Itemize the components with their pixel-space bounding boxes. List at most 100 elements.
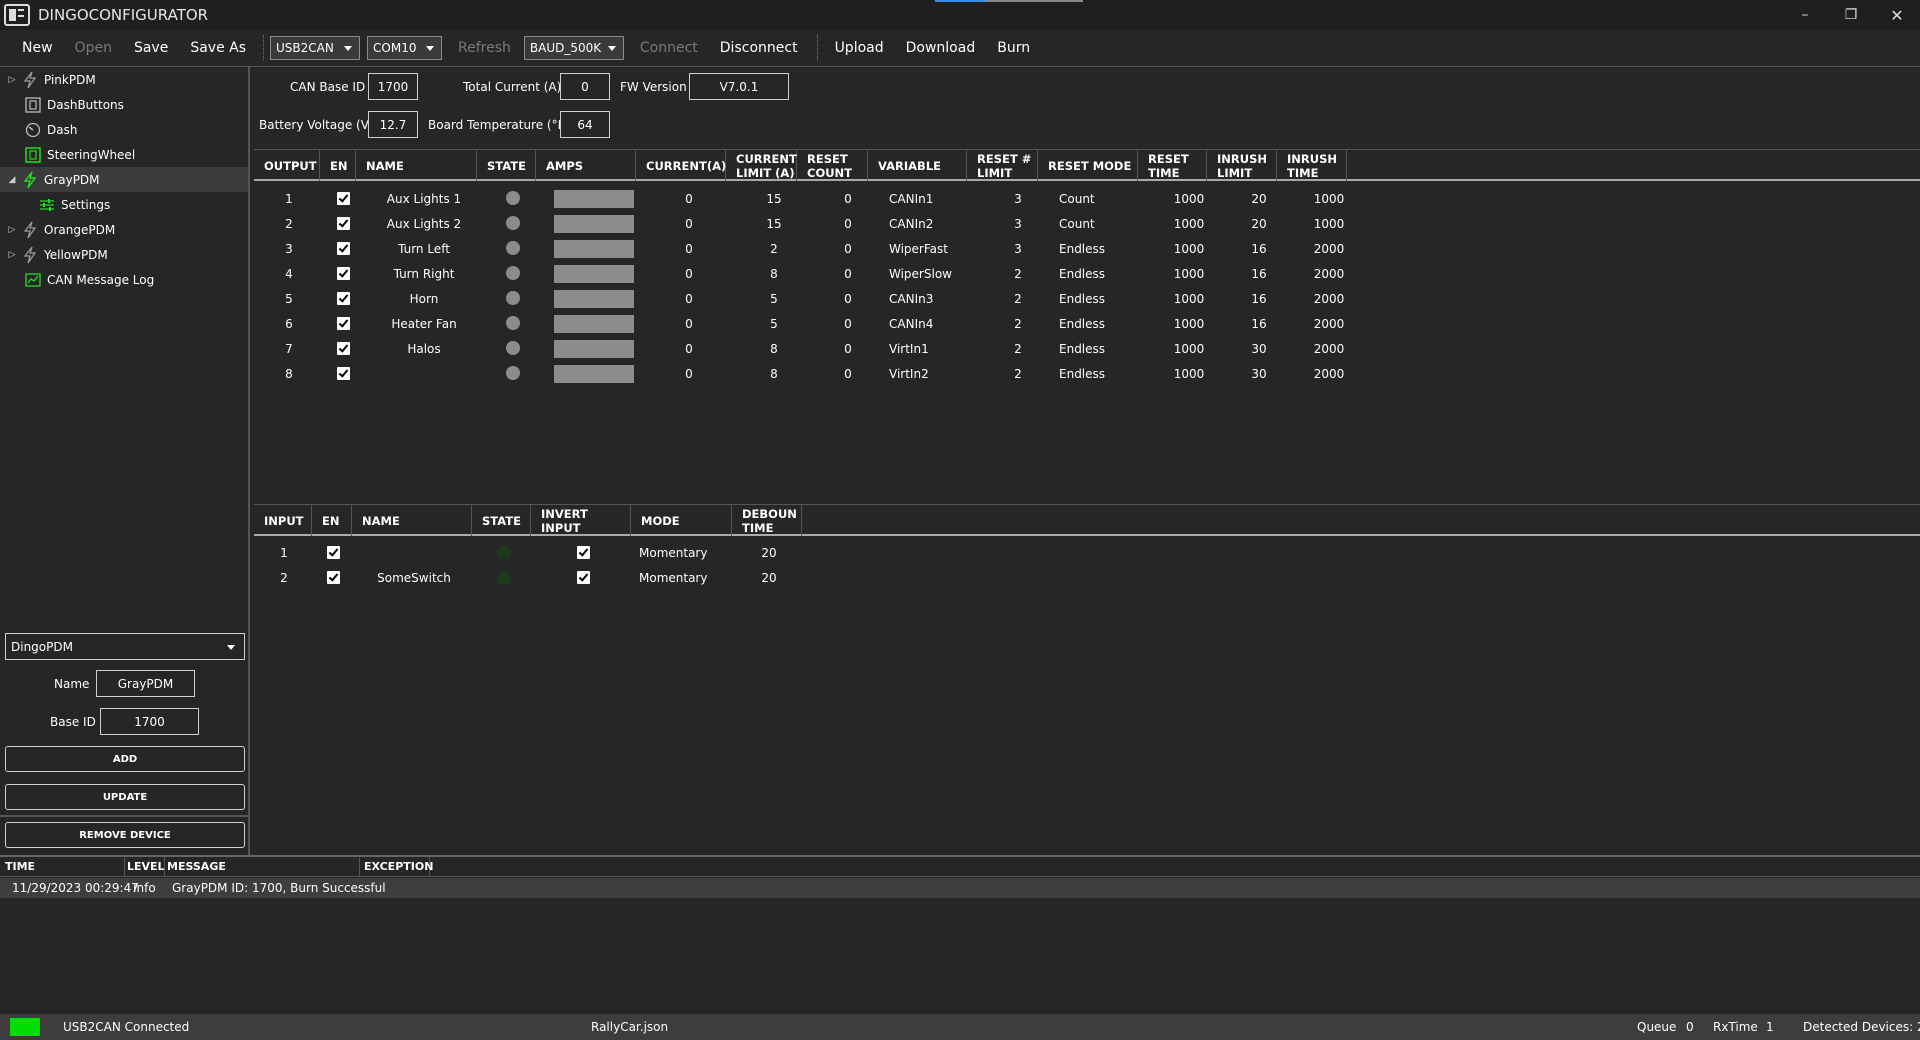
inrush-time[interactable]: 1000 [1314, 192, 1345, 206]
table-row[interactable]: 1 Momentary 20 [252, 541, 1920, 566]
reset-time[interactable]: 1000 [1174, 242, 1205, 256]
remove-device-button[interactable]: REMOVE DEVICE [5, 822, 245, 848]
reset-limit[interactable]: 3 [1014, 242, 1022, 256]
mode[interactable]: Momentary [639, 571, 707, 585]
reset-mode[interactable]: Endless [1059, 292, 1105, 306]
inrush-limit[interactable]: 16 [1251, 267, 1266, 281]
inrush-time[interactable]: 1000 [1314, 217, 1345, 231]
output-number[interactable]: 1 [285, 192, 293, 206]
current-limit[interactable]: 5 [770, 292, 778, 306]
reset-count[interactable]: 0 [844, 317, 852, 331]
collapse-icon[interactable]: ◢ [7, 175, 17, 185]
reset-limit[interactable]: 2 [1014, 367, 1022, 381]
variable[interactable]: VirtIn1 [889, 342, 929, 356]
reset-count[interactable]: 0 [844, 367, 852, 381]
col-current-limit[interactable]: CURRENT LIMIT (A) [726, 150, 797, 181]
current-value[interactable]: 0 [685, 342, 693, 356]
port-select[interactable]: COM10 [367, 36, 443, 60]
invert-input-checkbox[interactable] [577, 571, 590, 584]
table-row[interactable]: 1 Aux Lights 1 0 15 0 CANIn1 3 Count 1000 20 1000 [252, 187, 1920, 212]
reset-time[interactable]: 1000 [1174, 292, 1205, 306]
enable-checkbox[interactable] [337, 267, 350, 280]
variable[interactable]: WiperSlow [889, 267, 952, 281]
table-row[interactable]: 8 0 8 0 VirtIn2 2 Endless 1000 30 2000 [252, 362, 1920, 387]
enable-checkbox[interactable] [327, 571, 340, 584]
reset-limit[interactable]: 2 [1014, 317, 1022, 331]
col-input[interactable]: INPUT [254, 505, 312, 536]
col-en[interactable]: EN [312, 505, 352, 536]
tree-item-steeringwheel[interactable]: SteeringWheel [0, 142, 248, 167]
current-value[interactable]: 0 [685, 317, 693, 331]
col-inrush-limit[interactable]: INRUSH LIMIT [1207, 150, 1277, 181]
minimize-icon[interactable]: – [1782, 0, 1828, 30]
input-name[interactable]: SomeSwitch [377, 571, 451, 585]
output-name[interactable]: Horn [410, 292, 439, 306]
reset-time[interactable]: 1000 [1174, 317, 1205, 331]
inrush-time[interactable]: 2000 [1314, 342, 1345, 356]
device-type-select[interactable]: DingoPDM [5, 633, 245, 660]
inrush-limit[interactable]: 20 [1251, 217, 1266, 231]
col-reset-limit[interactable]: RESET # LIMIT [967, 150, 1038, 181]
current-value[interactable]: 0 [685, 192, 693, 206]
output-number[interactable]: 7 [285, 342, 293, 356]
device-name-field[interactable]: GrayPDM [96, 670, 195, 697]
col-reset-count[interactable]: RESET COUNT [797, 150, 868, 181]
variable[interactable]: CANIn2 [889, 217, 933, 231]
enable-checkbox[interactable] [337, 242, 350, 255]
current-value[interactable]: 0 [685, 217, 693, 231]
output-name[interactable]: Turn Left [398, 242, 450, 256]
save-as-button[interactable]: Save As [179, 40, 257, 56]
reset-count[interactable]: 0 [844, 192, 852, 206]
open-button[interactable]: Open [64, 40, 123, 56]
current-value[interactable]: 0 [685, 367, 693, 381]
download-button[interactable]: Download [895, 40, 987, 56]
col-inrush-time[interactable]: INRUSH TIME [1277, 150, 1347, 181]
table-row[interactable]: 5 Horn 0 5 0 CANIn3 2 Endless 1000 16 2000 [252, 287, 1920, 312]
expand-icon[interactable]: ▷ [7, 225, 17, 235]
reset-count[interactable]: 0 [844, 342, 852, 356]
reset-count[interactable]: 0 [844, 217, 852, 231]
tree-item-settings[interactable]: Settings [0, 192, 248, 217]
reset-time[interactable]: 1000 [1174, 367, 1205, 381]
reset-mode[interactable]: Count [1059, 217, 1095, 231]
log-row[interactable]: 11/29/2023 00:29:47 Info GrayPDM ID: 170… [0, 878, 1920, 898]
debounce-time[interactable]: 20 [761, 546, 776, 560]
reset-time[interactable]: 1000 [1174, 267, 1205, 281]
table-row[interactable]: 2 SomeSwitch Momentary 20 [252, 566, 1920, 591]
output-number[interactable]: 5 [285, 292, 293, 306]
refresh-button[interactable]: Refresh [447, 40, 522, 56]
reset-limit[interactable]: 2 [1014, 267, 1022, 281]
enable-checkbox[interactable] [327, 546, 340, 559]
reset-limit[interactable]: 2 [1014, 342, 1022, 356]
inrush-limit[interactable]: 16 [1251, 292, 1266, 306]
reset-count[interactable]: 0 [844, 242, 852, 256]
col-amps[interactable]: AMPS [536, 150, 636, 181]
update-button[interactable]: UPDATE [5, 784, 245, 810]
baud-select[interactable]: BAUD_500K [523, 36, 624, 60]
current-limit[interactable]: 5 [770, 317, 778, 331]
enable-checkbox[interactable] [337, 317, 350, 330]
reset-time[interactable]: 1000 [1174, 342, 1205, 356]
reset-count[interactable]: 0 [844, 267, 852, 281]
current-value[interactable]: 0 [685, 242, 693, 256]
reset-mode[interactable]: Endless [1059, 342, 1105, 356]
current-limit[interactable]: 8 [770, 267, 778, 281]
debounce-time[interactable]: 20 [761, 571, 776, 585]
close-icon[interactable]: ✕ [1874, 0, 1920, 30]
current-limit[interactable]: 15 [766, 192, 781, 206]
reset-limit[interactable]: 2 [1014, 292, 1022, 306]
tree-item-graypdm[interactable]: ◢ GrayPDM [0, 167, 248, 192]
table-row[interactable]: 7 Halos 0 8 0 VirtIn1 2 Endless 1000 30 2000 [252, 337, 1920, 362]
col-output[interactable]: OUTPUT [254, 150, 320, 181]
enable-checkbox[interactable] [337, 367, 350, 380]
table-row[interactable]: 4 Turn Right 0 8 0 WiperSlow 2 Endless 1000 16 200… [252, 262, 1920, 287]
upload-button[interactable]: Upload [824, 40, 895, 56]
inrush-time[interactable]: 2000 [1314, 267, 1345, 281]
table-row[interactable]: 3 Turn Left 0 2 0 WiperFast 3 Endless 1000 16 2000 [252, 237, 1920, 262]
col-state[interactable]: STATE [472, 505, 531, 536]
variable[interactable]: CANIn3 [889, 292, 933, 306]
tree-item-dash[interactable]: Dash [0, 117, 248, 142]
reset-time[interactable]: 1000 [1174, 192, 1205, 206]
table-row[interactable]: 2 Aux Lights 2 0 15 0 CANIn2 3 Count 1000 20 1000 [252, 212, 1920, 237]
variable[interactable]: WiperFast [889, 242, 948, 256]
